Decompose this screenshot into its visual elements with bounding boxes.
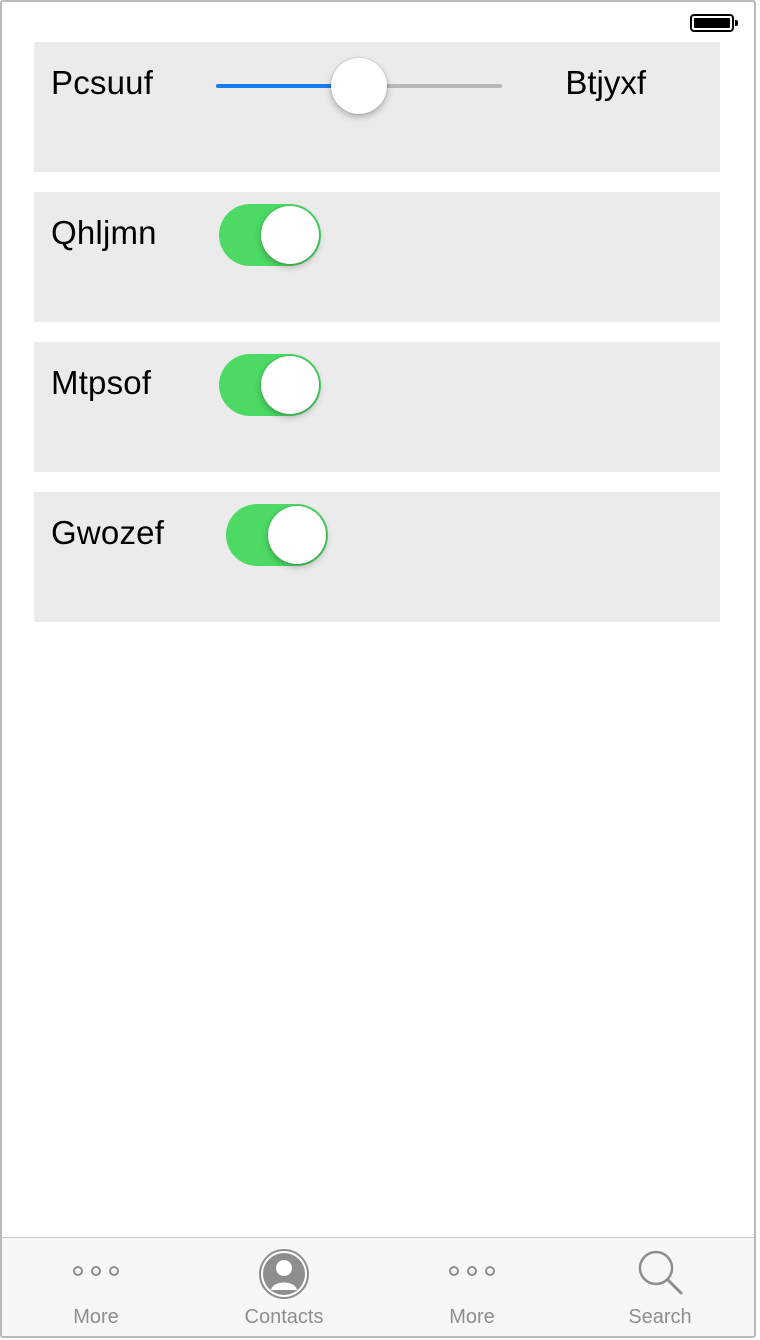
toggle-knob [261, 206, 319, 264]
toggle-label: Mtpsof [51, 364, 152, 401]
toggle-switch[interactable] [219, 354, 321, 416]
tab-label: More [449, 1306, 495, 1328]
phone-screen: Pcsuuf Btjyxf Qhljmn Mtpsof Gwozef More … [0, 0, 756, 1338]
tab-label: More [73, 1306, 119, 1328]
slider[interactable] [216, 58, 502, 114]
slider-right-label: Btjyxf [565, 64, 646, 101]
status-bar [2, 2, 754, 42]
tab-label: Search [628, 1306, 692, 1328]
battery-full-icon [690, 14, 738, 32]
tab-bar: More Contacts More Search [2, 1237, 754, 1336]
toggle-switch[interactable] [219, 204, 321, 266]
slider-left-label: Pcsuuf [51, 64, 154, 101]
search-icon [638, 1250, 683, 1295]
toggle-row: Gwozef [34, 492, 720, 622]
toggle-label: Gwozef [51, 514, 165, 551]
contacts-person-icon [259, 1249, 309, 1299]
tab-more[interactable]: More [378, 1238, 566, 1336]
toggle-knob [261, 356, 319, 414]
slider-row: Pcsuuf Btjyxf [34, 42, 720, 172]
toggle-switch[interactable] [226, 504, 328, 566]
toggle-row: Mtpsof [34, 342, 720, 472]
tab-search[interactable]: Search [566, 1238, 754, 1336]
tab-more[interactable]: More [2, 1238, 190, 1336]
more-dots-icon [73, 1266, 119, 1276]
more-dots-icon [449, 1266, 495, 1276]
slider-thumb[interactable] [331, 58, 387, 114]
toggle-row: Qhljmn [34, 192, 720, 322]
toggle-knob [268, 506, 326, 564]
toggle-label: Qhljmn [51, 214, 157, 251]
tab-label: Contacts [244, 1306, 324, 1328]
tab-contacts[interactable]: Contacts [190, 1238, 378, 1336]
